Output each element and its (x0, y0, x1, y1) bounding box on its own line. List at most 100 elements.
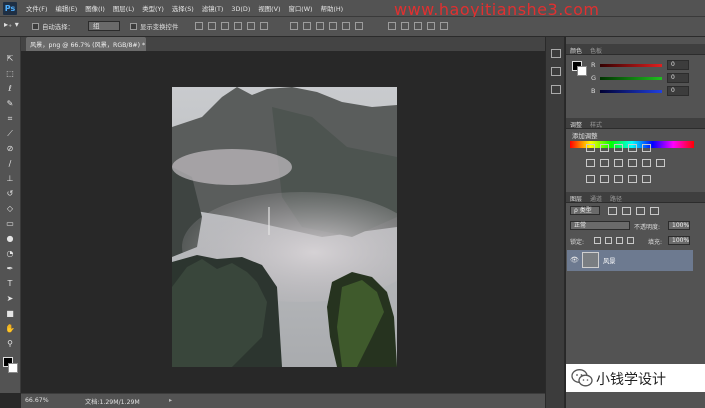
align-top-icon[interactable] (195, 22, 203, 30)
vibrance-icon[interactable] (642, 144, 651, 152)
tab-adjustments[interactable]: 调整 (570, 120, 582, 129)
align-left-icon[interactable] (234, 22, 242, 30)
crop-tool-icon[interactable]: ⌗ (4, 113, 16, 124)
distribute-vcenter-icon[interactable] (303, 22, 311, 30)
lock-image-icon[interactable] (605, 237, 612, 244)
rectangle-tool-icon[interactable]: ■ (4, 308, 16, 319)
menu-window[interactable]: 窗口(W) (288, 4, 312, 13)
pen-tool-icon[interactable]: ✒ (4, 263, 16, 274)
3d-slide-icon[interactable] (427, 22, 435, 30)
tab-layers[interactable]: 图层 (570, 194, 582, 203)
filter-type-icon[interactable] (636, 207, 645, 215)
layer-row[interactable]: 👁 风景 (567, 250, 693, 271)
landscape-image[interactable] (172, 87, 397, 367)
distribute-hcenter-icon[interactable] (342, 22, 350, 30)
align-right-icon[interactable] (260, 22, 268, 30)
photo-filter-icon[interactable] (628, 159, 637, 167)
distribute-left-icon[interactable] (329, 22, 337, 30)
slider-b-track[interactable] (600, 90, 662, 93)
exposure-icon[interactable] (628, 144, 637, 152)
dodge-icon[interactable]: ◔ (4, 248, 16, 259)
gradient-icon[interactable]: ▭ (4, 218, 16, 229)
auto-select-dropdown[interactable]: 组 (88, 21, 120, 31)
gradient-map-icon[interactable] (628, 175, 637, 183)
hand-tool-icon[interactable]: ✋ (4, 323, 16, 334)
posterize-icon[interactable] (600, 175, 609, 183)
blend-mode-dropdown[interactable]: 正常 (570, 221, 630, 230)
eye-icon[interactable]: 👁 (570, 256, 579, 264)
slider-b[interactable]: B 0 (591, 86, 689, 98)
eraser-icon[interactable]: ◇ (4, 203, 16, 214)
selective-color-icon[interactable] (642, 175, 651, 183)
brightness-contrast-icon[interactable] (586, 144, 595, 152)
curves-icon[interactable] (614, 144, 623, 152)
distribute-top-icon[interactable] (290, 22, 298, 30)
path-select-icon[interactable]: ➤ (4, 293, 16, 304)
color-lookup-icon[interactable] (656, 159, 665, 167)
history-panel-icon[interactable] (551, 49, 561, 58)
slider-g-track[interactable] (600, 77, 662, 80)
menu-image[interactable]: 图像(I) (85, 4, 105, 13)
slider-r-track[interactable] (600, 64, 662, 67)
black-white-icon[interactable] (614, 159, 623, 167)
menu-filter[interactable]: 滤镜(T) (202, 4, 224, 13)
filter-pixel-icon[interactable] (608, 207, 617, 215)
quick-select-tool-icon[interactable]: ✎ (4, 98, 16, 109)
filter-shape-icon[interactable] (650, 207, 659, 215)
fill-field[interactable]: 100% (668, 236, 690, 245)
tab-color[interactable]: 颜色 (570, 46, 582, 55)
menu-view[interactable]: 视图(V) (258, 4, 280, 13)
tab-styles[interactable]: 样式 (590, 120, 602, 129)
layer-name[interactable]: 风景 (603, 256, 616, 265)
marquee-tool-icon[interactable]: ⬚ (4, 68, 16, 79)
slider-g[interactable]: G 0 (591, 73, 689, 85)
actions-panel-icon[interactable] (551, 67, 561, 76)
value-g[interactable]: 0 (667, 73, 689, 83)
menu-file[interactable]: 文件(F) (26, 4, 47, 13)
lock-position-icon[interactable] (616, 237, 623, 244)
auto-select-checkbox[interactable]: 自动选择： (32, 22, 74, 31)
align-vcenter-icon[interactable] (208, 22, 216, 30)
type-tool-icon[interactable]: T (4, 278, 16, 289)
channel-mixer-icon[interactable] (642, 159, 651, 167)
3d-scale-icon[interactable] (440, 22, 448, 30)
align-bottom-icon[interactable] (221, 22, 229, 30)
blur-icon[interactable]: ● (4, 233, 16, 244)
history-brush-icon[interactable]: ↺ (4, 188, 16, 199)
menu-edit[interactable]: 编辑(E) (55, 4, 77, 13)
healing-brush-icon[interactable]: ⊘ (4, 143, 16, 154)
value-r[interactable]: 0 (667, 60, 689, 70)
align-hcenter-icon[interactable] (247, 22, 255, 30)
move-tool-icon[interactable]: ⇱ (4, 53, 16, 64)
3d-drag-icon[interactable] (414, 22, 422, 30)
3d-roll-icon[interactable] (401, 22, 409, 30)
tab-paths[interactable]: 路径 (610, 194, 622, 203)
eyedropper-tool-icon[interactable]: ⟋ (4, 128, 16, 139)
threshold-icon[interactable] (614, 175, 623, 183)
menu-type[interactable]: 类型(Y) (142, 4, 164, 13)
menu-3d[interactable]: 3D(D) (231, 5, 250, 13)
menu-layer[interactable]: 图层(L) (113, 4, 134, 13)
slider-r[interactable]: R 0 (591, 60, 689, 72)
levels-icon[interactable] (600, 144, 609, 152)
color-balance-icon[interactable] (600, 159, 609, 167)
clone-stamp-icon[interactable]: ⊥ (4, 173, 16, 184)
tab-channels[interactable]: 通道 (590, 194, 602, 203)
show-transform-checkbox[interactable]: 显示变换控件 (130, 22, 178, 31)
lasso-tool-icon[interactable]: ℓ (4, 83, 16, 94)
tab-swatches[interactable]: 色板 (590, 46, 602, 55)
distribute-right-icon[interactable] (355, 22, 363, 30)
menu-select[interactable]: 选择(S) (172, 4, 194, 13)
opacity-field[interactable]: 100% (668, 221, 690, 230)
properties-panel-icon[interactable] (551, 85, 561, 94)
zoom-tool-icon[interactable]: ⚲ (4, 338, 16, 349)
value-b[interactable]: 0 (667, 86, 689, 96)
status-menu-arrow-icon[interactable]: ▸ (169, 397, 172, 404)
menu-help[interactable]: 帮助(H) (321, 4, 344, 13)
lock-all-icon[interactable] (627, 237, 634, 244)
invert-icon[interactable] (586, 175, 595, 183)
hue-saturation-icon[interactable] (586, 159, 595, 167)
filter-adjust-icon[interactable] (622, 207, 631, 215)
layer-filter-dropdown[interactable]: ρ 类型 (570, 206, 600, 215)
brush-tool-icon[interactable]: ∕ (4, 158, 16, 169)
